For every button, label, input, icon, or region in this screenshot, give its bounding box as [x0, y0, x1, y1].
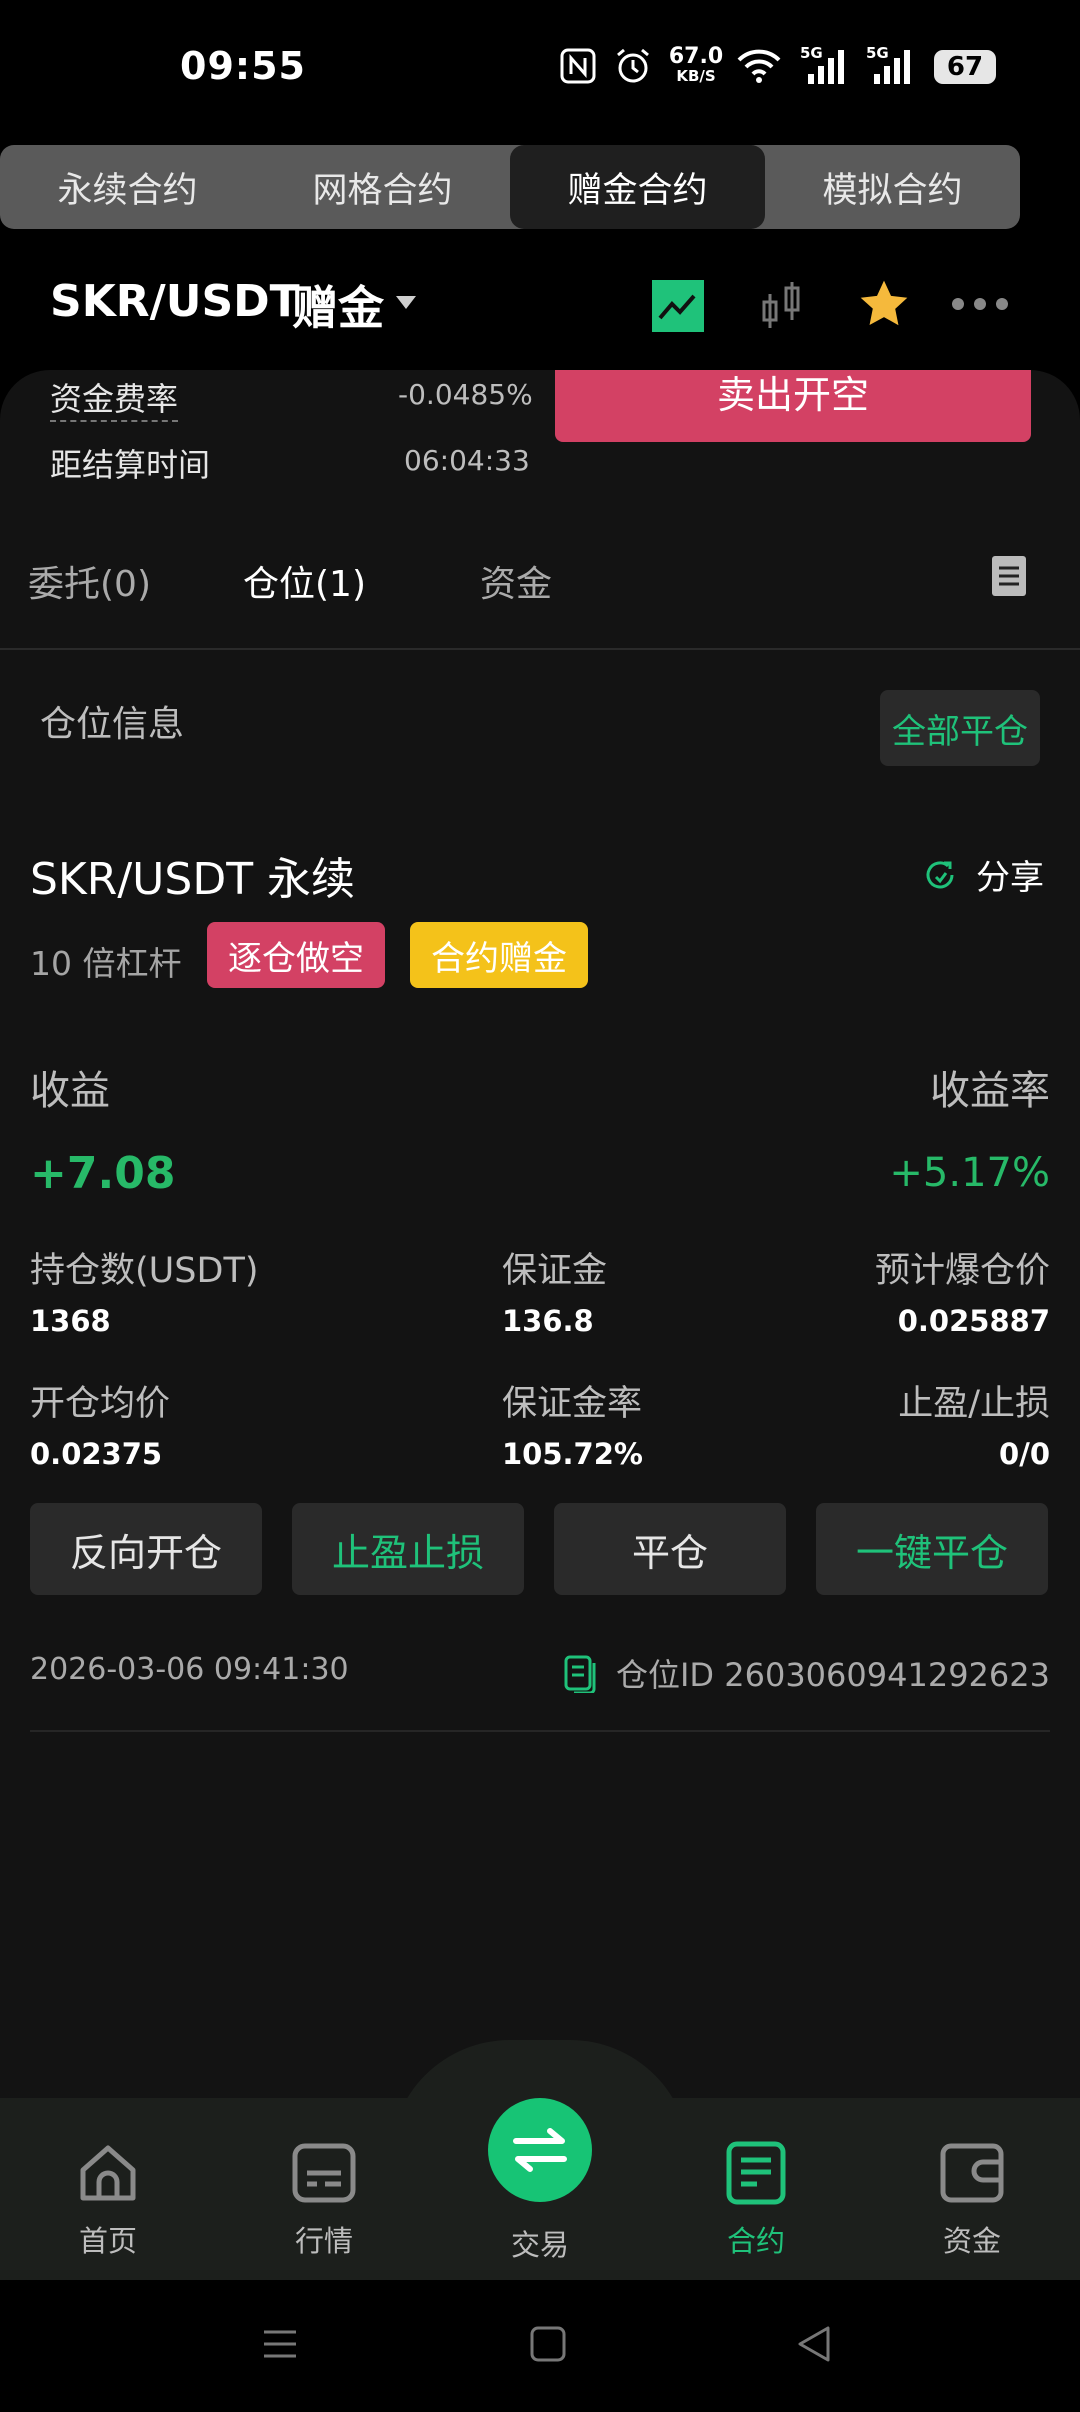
- signal-icon: [800, 46, 850, 86]
- bonus-badge: 合约赠金: [410, 922, 588, 988]
- alarm-icon: [612, 46, 654, 86]
- position-info-title: 仓位信息: [40, 704, 185, 745]
- entry-price-value: 0.02375: [30, 1437, 163, 1471]
- tab-perpetual[interactable]: 永续合约: [0, 145, 255, 229]
- nav-trade[interactable]: [488, 2098, 592, 2202]
- contract-tabs: 永续合约 网格合约 赠金合约 模拟合约: [0, 145, 1020, 229]
- net-speed-unit: KB/S: [676, 67, 716, 85]
- tab-grid[interactable]: 网格合约: [255, 145, 510, 229]
- quick-close-button[interactable]: 一键平仓: [816, 1503, 1048, 1595]
- contract-icon: [726, 2141, 786, 2205]
- more-icon[interactable]: [950, 296, 1010, 312]
- nfc-icon: [558, 46, 598, 86]
- liq-price-value: 0.025887: [897, 1304, 1050, 1338]
- position-id-text: 仓位ID 2603060941292623: [615, 1656, 1050, 1694]
- status-time: 09:55: [180, 44, 306, 88]
- size-label: 持仓数(USDT): [30, 1251, 259, 1291]
- signal-icon-2: [866, 46, 916, 86]
- battery-level: 67: [946, 52, 984, 82]
- nav-contract-label: 合约: [726, 2224, 785, 2258]
- wifi-icon: [734, 46, 784, 86]
- home-square-icon[interactable]: [530, 2326, 566, 2362]
- nav-market[interactable]: 行情: [216, 2140, 432, 2260]
- margin-rate-label: 保证金率: [502, 1384, 643, 1424]
- tpsl-label: 止盈/止损: [898, 1384, 1050, 1424]
- net-speed: 67.0 KB/S: [666, 44, 726, 85]
- mode-badge: 逐仓做空: [207, 922, 385, 988]
- size-value: 1368: [30, 1304, 111, 1338]
- wallet-icon: [940, 2143, 1004, 2203]
- home-icon: [80, 2145, 136, 2201]
- tab-orders[interactable]: 委托(0): [28, 555, 151, 607]
- pnl-rate-value: +5.17%: [889, 1150, 1050, 1196]
- tab-demo[interactable]: 模拟合约: [765, 145, 1020, 229]
- pnl-value: +7.08: [30, 1148, 176, 1199]
- pair-selector[interactable]: SKR/USDT: [50, 276, 300, 327]
- swap-icon: [513, 2128, 567, 2172]
- share-button[interactable]: 分享: [922, 850, 1044, 899]
- close-all-button[interactable]: 全部平仓: [880, 690, 1040, 766]
- margin-label: 保证金: [502, 1251, 608, 1291]
- nav-contract[interactable]: 合约: [648, 2140, 864, 2260]
- nav-wallet-label: 资金: [942, 2224, 1001, 2258]
- nav-wallet[interactable]: 资金: [864, 2140, 1080, 2260]
- tpsl-value: 0/0: [999, 1437, 1050, 1471]
- menu-icon[interactable]: [262, 2326, 298, 2362]
- divider: [30, 1730, 1050, 1732]
- sell-open-short-button[interactable]: 卖出开空: [555, 370, 1031, 442]
- position-pair[interactable]: SKR/USDT 永续: [30, 843, 355, 907]
- nav-trade-label[interactable]: 交易: [488, 2222, 592, 2264]
- position-time: 2026-03-06 09:41:30: [30, 1652, 349, 1687]
- pnl-rate-label: 收益率: [930, 1068, 1050, 1114]
- pair-tag[interactable]: 赠金: [292, 272, 384, 338]
- nav-home[interactable]: 首页: [0, 2140, 216, 2260]
- document-icon[interactable]: [992, 556, 1026, 596]
- share-label: 分享: [976, 858, 1044, 898]
- close-position-button[interactable]: 平仓: [554, 1503, 786, 1595]
- battery-icon: 67: [934, 50, 996, 84]
- back-icon[interactable]: [796, 2326, 832, 2362]
- reverse-open-button[interactable]: 反向开仓: [30, 1503, 262, 1595]
- trade-panel: [0, 370, 1080, 2098]
- divider: [0, 648, 1080, 650]
- copy-icon[interactable]: [564, 1653, 598, 1693]
- funding-rate-value: -0.0485%: [398, 378, 533, 411]
- tpsl-button[interactable]: 止盈止损: [292, 1503, 524, 1595]
- liq-price-label: 预计爆仓价: [874, 1251, 1050, 1291]
- chart-line-icon[interactable]: [650, 278, 706, 334]
- star-icon[interactable]: [856, 276, 912, 332]
- net-speed-value: 67.0: [668, 44, 724, 69]
- settlement-value: 06:04:33: [404, 444, 530, 477]
- sell-button-label: 卖出开空: [716, 373, 869, 417]
- settlement-label: 距结算时间: [50, 446, 211, 484]
- entry-price-label: 开仓均价: [30, 1384, 171, 1424]
- tab-assets[interactable]: 资金: [480, 555, 552, 607]
- market-icon: [292, 2143, 356, 2203]
- tab-bonus[interactable]: 赠金合约: [510, 145, 765, 229]
- leverage-label: 10 倍杠杆: [30, 944, 182, 983]
- margin-rate-value: 105.72%: [502, 1437, 643, 1471]
- nav-home-label: 首页: [78, 2224, 137, 2258]
- margin-value: 136.8: [502, 1304, 594, 1338]
- caret-down-icon[interactable]: [396, 296, 416, 309]
- position-id[interactable]: 仓位ID 2603060941292623: [564, 1650, 1050, 1696]
- pnl-label: 收益: [30, 1068, 110, 1114]
- nav-market-label: 行情: [294, 2224, 353, 2258]
- funding-rate-label[interactable]: 资金费率: [50, 374, 179, 422]
- share-icon: [926, 860, 954, 888]
- tab-positions[interactable]: 仓位(1): [243, 555, 366, 607]
- candlestick-icon[interactable]: [758, 278, 806, 334]
